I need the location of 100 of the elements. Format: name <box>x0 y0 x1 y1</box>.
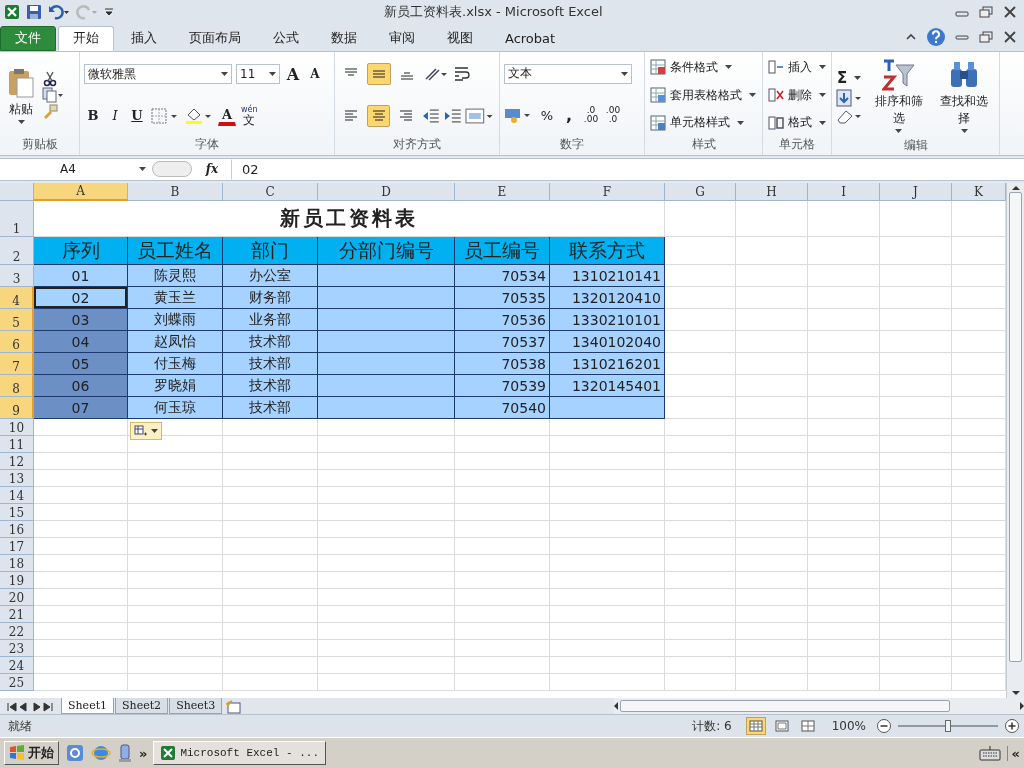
row-header[interactable]: 23 <box>0 640 34 658</box>
zoom-slider[interactable] <box>898 718 998 735</box>
paste-options-button[interactable] <box>130 422 162 441</box>
scroll-left-icon[interactable] <box>614 702 618 711</box>
ribbon-tab[interactable]: 视图 <box>432 25 488 51</box>
font-size-combo[interactable]: 11 <box>236 64 280 85</box>
close-icon[interactable] <box>1002 5 1018 18</box>
row-header[interactable]: 13 <box>0 470 34 488</box>
row-header[interactable]: 12 <box>0 453 34 471</box>
app-launcher-icon[interactable] <box>65 743 85 764</box>
media-icon[interactable] <box>117 743 133 764</box>
scroll-down-icon[interactable] <box>1011 691 1020 696</box>
restore-icon[interactable] <box>978 5 994 18</box>
ribbon-tab[interactable]: 开始 <box>58 25 114 51</box>
start-button[interactable]: 开始 <box>4 741 59 766</box>
wrap-text-icon[interactable] <box>453 65 471 84</box>
taskbar-task[interactable]: Microsoft Excel - ... <box>153 741 327 766</box>
row-header[interactable]: 4 <box>0 287 34 310</box>
comma-button[interactable]: , <box>560 104 578 127</box>
horizontal-scrollbar[interactable] <box>614 698 1024 715</box>
row-header[interactable]: 19 <box>0 572 34 590</box>
cut-icon[interactable] <box>42 71 58 88</box>
row-header[interactable]: 3 <box>0 265 34 288</box>
fill-color-icon[interactable] <box>184 106 214 125</box>
percent-button[interactable]: % <box>538 104 556 127</box>
column-header[interactable]: A <box>34 183 128 202</box>
row-header[interactable]: 5 <box>0 309 34 332</box>
column-header[interactable]: D <box>318 183 455 202</box>
insert-sheet-icon[interactable] <box>223 700 244 715</box>
increase-indent-icon[interactable] <box>443 107 462 124</box>
row-header[interactable]: 6 <box>0 331 34 354</box>
file-tab[interactable]: 文件 <box>0 25 56 51</box>
italic-button[interactable]: I <box>106 104 124 127</box>
copy-icon[interactable] <box>42 87 64 104</box>
row-header[interactable]: 10 <box>0 419 34 437</box>
shrink-font-button[interactable]: A <box>306 63 324 86</box>
zoom-level[interactable]: 100% <box>831 719 866 734</box>
autosum-button[interactable]: Σ <box>836 66 863 89</box>
more-chevron[interactable]: » <box>139 745 148 761</box>
column-header[interactable]: G <box>665 183 736 202</box>
ribbon-tab[interactable]: Acrobat <box>490 25 571 51</box>
font-color-button[interactable]: A <box>218 105 236 126</box>
row-header[interactable]: 22 <box>0 623 34 641</box>
row-header[interactable]: 1 <box>0 201 34 238</box>
restore-icon[interactable] <box>978 31 994 44</box>
undo-icon[interactable] <box>48 3 70 20</box>
row-header[interactable]: 16 <box>0 521 34 539</box>
sheet-tab[interactable]: Sheet3 <box>169 698 223 715</box>
column-header[interactable]: I <box>808 183 880 202</box>
collapse-tray-chevron[interactable]: « <box>1006 745 1020 761</box>
column-header[interactable]: F <box>550 183 665 202</box>
help-icon[interactable] <box>926 27 946 48</box>
zoom-out-icon[interactable] <box>876 718 892 735</box>
vertical-scrollbar[interactable] <box>1006 183 1024 699</box>
close-icon[interactable] <box>1002 31 1018 44</box>
formula-field[interactable]: 02 <box>232 161 1024 177</box>
decrease-indent-icon[interactable] <box>422 107 440 124</box>
style-command-button[interactable]: 套用表格格式 <box>649 84 757 106</box>
row-header[interactable]: 20 <box>0 589 34 607</box>
row-header[interactable]: 11 <box>0 436 34 454</box>
name-box[interactable]: A4 <box>0 158 152 181</box>
ribbon-tab[interactable]: 插入 <box>116 25 172 51</box>
column-header[interactable]: E <box>455 183 550 202</box>
cell-command-button[interactable]: 格式 <box>767 111 827 134</box>
row-header[interactable]: 14 <box>0 487 34 505</box>
row-header[interactable]: 9 <box>0 397 34 420</box>
insert-function-button[interactable]: fx <box>192 158 232 181</box>
save-icon[interactable] <box>26 3 42 20</box>
font-name-combo[interactable]: 微软雅黑 <box>84 64 232 85</box>
find-select-button[interactable]: 查找和选择 <box>933 55 995 136</box>
style-command-button[interactable]: 单元格样式 <box>649 111 745 134</box>
underline-button[interactable]: U <box>128 104 146 127</box>
column-header[interactable]: K <box>952 183 1006 202</box>
horizontal-align-button[interactable] <box>366 104 391 127</box>
row-header[interactable]: 2 <box>0 237 34 266</box>
row-header[interactable]: 24 <box>0 657 34 675</box>
row-header[interactable]: 18 <box>0 555 34 573</box>
fill-down-icon[interactable] <box>836 88 864 107</box>
ribbon-tab[interactable]: 公式 <box>258 25 314 51</box>
column-header[interactable]: H <box>736 183 808 202</box>
cell-command-button[interactable]: 插入 <box>767 56 827 79</box>
bold-button[interactable]: B <box>84 104 102 127</box>
normal-view-button[interactable] <box>745 717 766 736</box>
decrease-decimal-button[interactable]: .00 .0 <box>604 104 622 127</box>
zoom-in-icon[interactable] <box>1004 718 1020 735</box>
style-command-button[interactable]: 条件格式 <box>649 56 733 79</box>
sheet-tab[interactable]: Sheet2 <box>115 698 169 715</box>
ribbon-tab[interactable]: 数据 <box>316 25 372 51</box>
row-header[interactable]: 15 <box>0 504 34 522</box>
paste-button[interactable]: 粘贴 <box>4 63 38 127</box>
row-header[interactable]: 8 <box>0 375 34 398</box>
column-header[interactable]: B <box>128 183 223 202</box>
phonetic-button[interactable]: wén 文 <box>240 104 259 127</box>
row-header[interactable]: 25 <box>0 674 34 692</box>
sheet-tab[interactable]: Sheet1 <box>61 698 115 715</box>
row-header[interactable]: 17 <box>0 538 34 556</box>
column-header[interactable]: C <box>223 183 318 202</box>
cell-command-button[interactable]: 删除 <box>767 84 827 106</box>
increase-decimal-button[interactable]: .0 .00 <box>582 104 600 127</box>
keyboard-icon[interactable] <box>978 745 1001 762</box>
